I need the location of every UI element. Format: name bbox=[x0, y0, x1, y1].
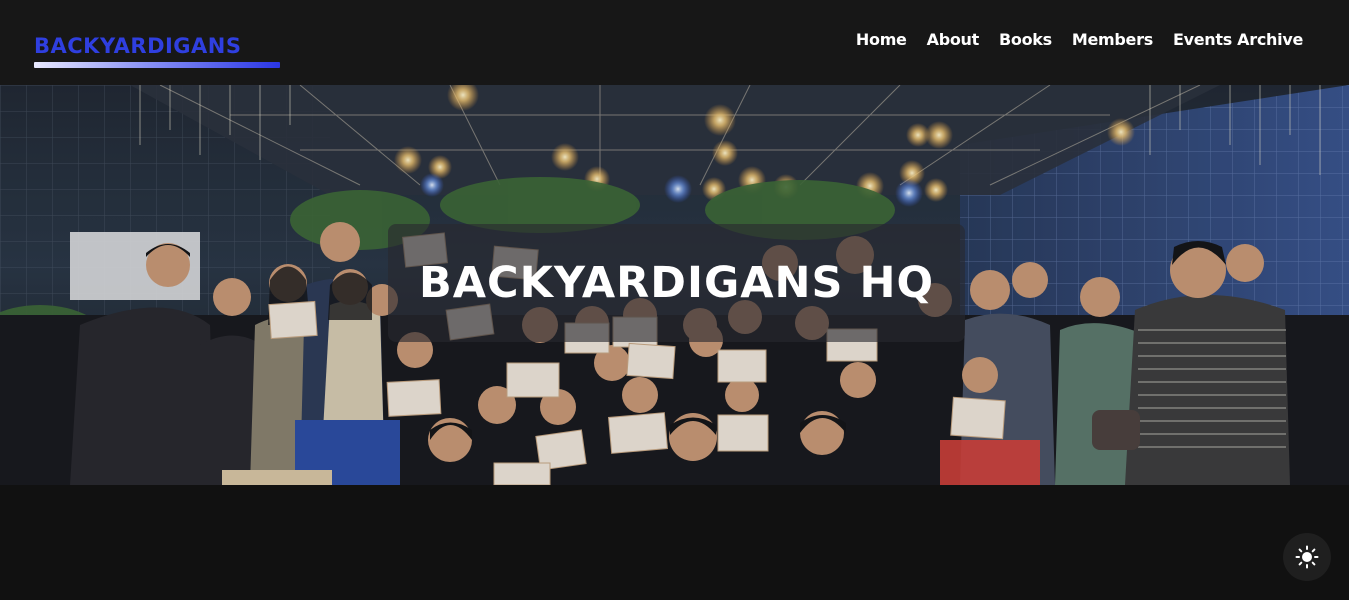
nav-about[interactable]: About bbox=[927, 29, 980, 51]
hero-banner: BACKYARDIGANS HQ bbox=[0, 85, 1349, 485]
logo-text: BACKYARDIGANS bbox=[34, 34, 242, 58]
logo-underline bbox=[34, 62, 280, 68]
nav-home[interactable]: Home bbox=[856, 29, 907, 51]
site-logo[interactable]: BACKYARDIGANS bbox=[34, 33, 280, 68]
nav-members[interactable]: Members bbox=[1072, 29, 1153, 51]
sun-icon bbox=[1295, 545, 1319, 569]
site-header: BACKYARDIGANS Home About Books Members E… bbox=[0, 0, 1349, 85]
hero-title: BACKYARDIGANS HQ bbox=[418, 258, 935, 308]
nav-books[interactable]: Books bbox=[999, 29, 1052, 51]
main-nav: Home About Books Members Events Archive bbox=[856, 29, 1303, 51]
theme-toggle-button[interactable] bbox=[1283, 533, 1331, 581]
nav-events-archive[interactable]: Events Archive bbox=[1173, 29, 1303, 51]
